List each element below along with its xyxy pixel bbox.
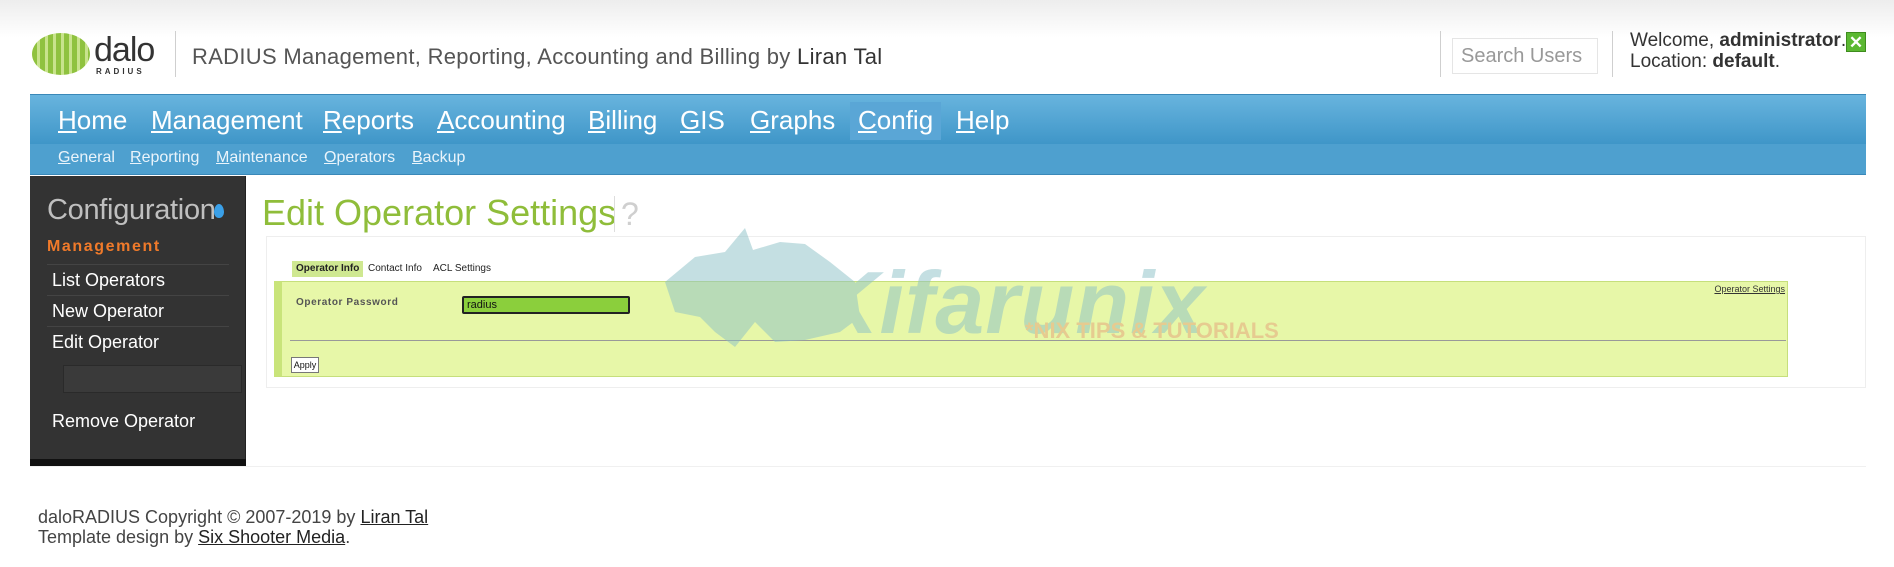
header-divider: [1440, 31, 1441, 77]
header-author: Liran Tal: [797, 44, 883, 69]
droplet-icon: [214, 204, 224, 218]
logo-ball-icon: [32, 33, 90, 75]
sidebar-item-edit-operator[interactable]: Edit Operator: [47, 326, 229, 357]
footer-design: Template design by: [38, 527, 194, 547]
welcome-user: administrator: [1719, 30, 1841, 51]
subnav-operators[interactable]: Operators: [324, 149, 395, 167]
location-value: default: [1712, 51, 1775, 72]
welcome-info: Welcome, administrator. Location: defaul…: [1630, 30, 1847, 72]
apply-button[interactable]: Apply: [291, 357, 319, 373]
nav-help[interactable]: Help: [948, 102, 1017, 140]
form-divider: [290, 340, 1786, 341]
logo-subtext: RADIUS: [96, 67, 145, 76]
footer-author-link[interactable]: Liran Tal: [360, 507, 428, 527]
header-divider: [175, 31, 176, 77]
main-nav: Home Management Reports Accounting Billi…: [30, 94, 1866, 144]
header: dalo RADIUS RADIUS Management, Reporting…: [0, 0, 1894, 94]
nav-reports[interactable]: Reports: [315, 102, 422, 140]
sidebar: Configuration Management List Operators …: [30, 176, 246, 466]
sidebar-section-heading: Management: [47, 238, 161, 255]
sidebar-item-remove-operator[interactable]: Remove Operator: [47, 406, 229, 437]
logo-text: dalo: [94, 31, 155, 69]
nav-management[interactable]: Management: [143, 102, 311, 140]
nav-accounting[interactable]: Accounting: [429, 102, 574, 140]
tab-acl-settings[interactable]: ACL Settings: [429, 261, 495, 277]
nav-graphs[interactable]: Graphs: [742, 102, 843, 140]
edit-operator-username-input[interactable]: [63, 365, 242, 393]
sub-nav: General Reporting Maintenance Operators …: [30, 144, 1866, 175]
subnav-general[interactable]: General: [58, 149, 115, 167]
operator-info-form: Operator Settings Operator Password Appl…: [274, 281, 1788, 377]
logout-close-icon[interactable]: ✕: [1846, 32, 1866, 52]
footer-divider: [30, 466, 1866, 467]
nav-config[interactable]: Config: [850, 102, 942, 140]
nav-billing[interactable]: Billing: [580, 102, 665, 140]
footer: daloRADIUS Copyright © 2007-2019 by Lira…: [38, 507, 429, 547]
sidebar-item-list-operators[interactable]: List Operators: [47, 264, 229, 295]
location-prefix: Location:: [1630, 51, 1708, 72]
search-users-input[interactable]: [1452, 38, 1598, 74]
subnav-maintenance[interactable]: Maintenance: [216, 149, 308, 167]
subnav-reporting[interactable]: Reporting: [130, 149, 199, 167]
footer-copyright: daloRADIUS Copyright © 2007-2019 by: [38, 507, 356, 527]
header-title-text: RADIUS Management, Reporting, Accounting…: [192, 44, 791, 69]
page-title: Edit Operator Settings: [262, 192, 617, 233]
nav-gis[interactable]: GIS: [672, 102, 733, 140]
welcome-prefix: Welcome,: [1630, 30, 1715, 51]
sidebar-item-new-operator[interactable]: New Operator: [47, 295, 229, 326]
operator-password-label: Operator Password: [296, 297, 399, 308]
tab-contact-info[interactable]: Contact Info: [364, 261, 426, 277]
nav-home[interactable]: Home: [50, 102, 135, 140]
operator-password-input[interactable]: [462, 296, 630, 314]
header-divider: [1612, 31, 1613, 77]
subnav-backup[interactable]: Backup: [412, 149, 465, 167]
daloradius-logo[interactable]: dalo RADIUS: [32, 31, 160, 76]
tab-operator-info[interactable]: Operator Info: [292, 261, 364, 277]
header-title: RADIUS Management, Reporting, Accounting…: [192, 44, 883, 70]
operator-settings-link[interactable]: Operator Settings: [1714, 284, 1785, 294]
help-icon[interactable]: ?: [614, 196, 639, 232]
footer-designer-link[interactable]: Six Shooter Media: [198, 527, 345, 547]
sidebar-title: Configuration: [47, 194, 216, 226]
